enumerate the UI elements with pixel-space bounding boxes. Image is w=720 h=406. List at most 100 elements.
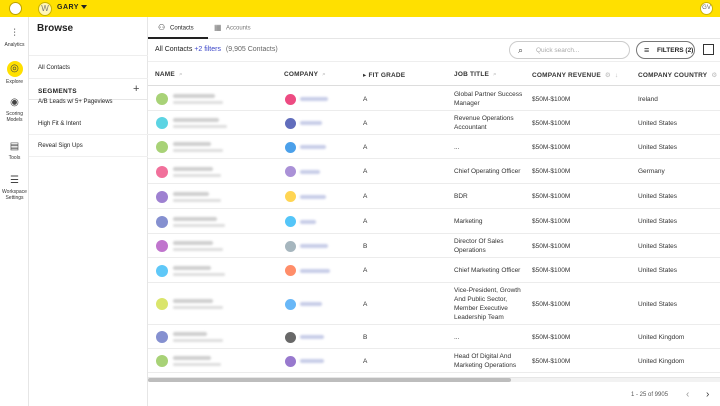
company-logo-icon [285, 216, 296, 227]
rail-scoring-models[interactable]: ◉ Scoring Models [0, 97, 29, 123]
table-row[interactable]: A Global Partner Success Manager $50M-$100… [148, 87, 720, 111]
header-name[interactable]: NAME ⌕ [155, 71, 183, 79]
header-company-revenue[interactable]: COMPANY REVENUE ⚙ ↓ [532, 71, 618, 79]
search-icon[interactable]: ⌕ [493, 71, 497, 78]
table-row[interactable]: A Chief Marketing Officer $50M-$100M United… [148, 258, 720, 283]
crumb-title: All Contacts [155, 46, 193, 53]
user-avatar[interactable]: GV [700, 2, 713, 15]
company-country: Ireland [638, 95, 658, 103]
company-revenue: $50M-$100M [532, 95, 571, 103]
company-logo-icon [285, 141, 296, 153]
search-icon[interactable]: ⌕ [179, 71, 183, 78]
avatar [156, 355, 168, 367]
sidebar-all-contacts[interactable]: All Contacts [29, 55, 148, 79]
header-job-title[interactable]: JOB TITLE ⌕ [454, 71, 497, 79]
filters-link[interactable]: +2 filters [194, 46, 221, 53]
header-fit-grade[interactable]: ▸ FIT GRADE [363, 71, 405, 79]
contact-email [173, 149, 223, 152]
fit-grade: A [363, 267, 368, 274]
sliders-icon: ☰ [10, 175, 19, 186]
contact-name[interactable] [173, 142, 211, 146]
table-row[interactable]: A BDR $50M-$100M United States [148, 184, 720, 209]
company-country: United States [638, 193, 678, 200]
table-row[interactable]: A Marketing $50M-$100M United States [148, 209, 720, 234]
table-row[interactable]: A... $50M-$100M United States [148, 135, 720, 159]
company-name[interactable] [300, 97, 328, 101]
contact-email [173, 306, 223, 309]
tab-label: Accounts [226, 25, 251, 32]
company-name[interactable] [300, 169, 320, 174]
company-name[interactable] [300, 268, 330, 273]
segment-label: Reveal Sign Ups [38, 143, 83, 149]
avatar [156, 165, 168, 178]
fit-grade: A [363, 218, 368, 225]
rail-workspace-settings[interactable]: ☰ Workspace Settings [0, 175, 29, 201]
columns-icon[interactable] [703, 44, 714, 55]
avatar [156, 264, 168, 277]
fit-grade: A [363, 143, 368, 151]
contact-name[interactable] [173, 216, 217, 221]
workspace-name[interactable]: GARY [57, 4, 79, 11]
company-name[interactable] [300, 194, 326, 199]
search-icon: ⌕ [518, 45, 524, 55]
table-row[interactable]: B Director Of Sales Operations $50M-$100M U… [148, 234, 720, 258]
contact-name[interactable] [173, 299, 213, 303]
filters-button[interactable]: ≡ FILTERS (2) [636, 41, 695, 59]
next-page-button[interactable]: › [706, 389, 709, 400]
company-name[interactable] [300, 244, 328, 248]
tab-accounts[interactable]: ▦ Accounts [214, 24, 251, 32]
workspace-avatar[interactable]: W [38, 2, 52, 16]
contact-name[interactable] [173, 191, 209, 196]
contact-name[interactable] [173, 118, 219, 122]
rail-explore[interactable]: ◎ Explore [0, 61, 29, 85]
company-name[interactable] [300, 359, 324, 363]
fit-grade: A [363, 193, 368, 200]
company-revenue: $50M-$100M [532, 333, 571, 341]
hubspot-icon: ⚙ [711, 72, 718, 79]
search-input[interactable]: ⌕ Quick search... [509, 41, 630, 59]
contact-name[interactable] [173, 94, 215, 98]
table-row[interactable]: A Revenue Operations Accountant $50M-$100M… [148, 111, 720, 135]
company-revenue: $50M-$100M [532, 168, 571, 175]
prev-page-button[interactable]: ‹ [686, 389, 689, 400]
segment-item[interactable]: High Fit & Intent [29, 113, 148, 135]
company-name[interactable] [300, 219, 316, 224]
tab-contacts[interactable]: ⚇ Contacts [158, 24, 194, 32]
rail-tools[interactable]: ▤ Tools [0, 141, 29, 161]
company-revenue: $50M-$100M [532, 119, 571, 127]
header-company[interactable]: COMPANY ⌕ [284, 71, 326, 79]
person-icon: ⚇ [158, 23, 166, 32]
job-title: ... [454, 333, 460, 341]
avatar [156, 215, 168, 228]
company-logo-icon [285, 166, 296, 177]
chevron-down-icon[interactable] [81, 5, 87, 9]
contact-email [173, 339, 223, 342]
sort-down-icon[interactable]: ↓ [615, 72, 618, 79]
header-company-country[interactable]: COMPANY COUNTRY ⚙ [638, 71, 717, 79]
company-name[interactable] [300, 335, 324, 339]
contact-name[interactable] [173, 241, 213, 245]
job-title: Head Of Digital And Marketing Operations [454, 353, 517, 369]
grid-toolbar: All Contacts +2 filters (9,905 Contacts)… [148, 39, 720, 61]
app-logo-icon[interactable] [9, 2, 22, 15]
contact-name[interactable] [173, 356, 211, 360]
table-row[interactable]: B... $50M-$100M United Kingdom [148, 325, 720, 349]
contact-name[interactable] [173, 265, 211, 270]
contact-name[interactable] [173, 166, 213, 171]
company-name[interactable] [300, 302, 322, 306]
segment-item[interactable]: A/B Leads w/ 5+ Pageviews [29, 91, 148, 113]
search-placeholder: Quick search... [536, 47, 580, 54]
contact-name[interactable] [173, 332, 207, 336]
rail-analytics[interactable]: ⫶ Analytics [0, 28, 29, 48]
segment-label: High Fit & Intent [38, 121, 82, 127]
avatar [156, 331, 168, 343]
table-row[interactable]: A Vice-President, Growth And Public Secto… [148, 283, 720, 325]
company-name[interactable] [300, 121, 322, 125]
segment-item[interactable]: Reveal Sign Ups [29, 135, 148, 157]
company-name[interactable] [300, 145, 326, 149]
table-row[interactable]: A Chief Operating Officer $50M-$100M German… [148, 159, 720, 184]
search-icon[interactable]: ⌕ [322, 71, 326, 78]
table-row[interactable]: A Head Of Digital And Marketing Operation… [148, 349, 720, 373]
company-country: United States [638, 300, 678, 308]
company-revenue: $50M-$100M [532, 267, 571, 274]
